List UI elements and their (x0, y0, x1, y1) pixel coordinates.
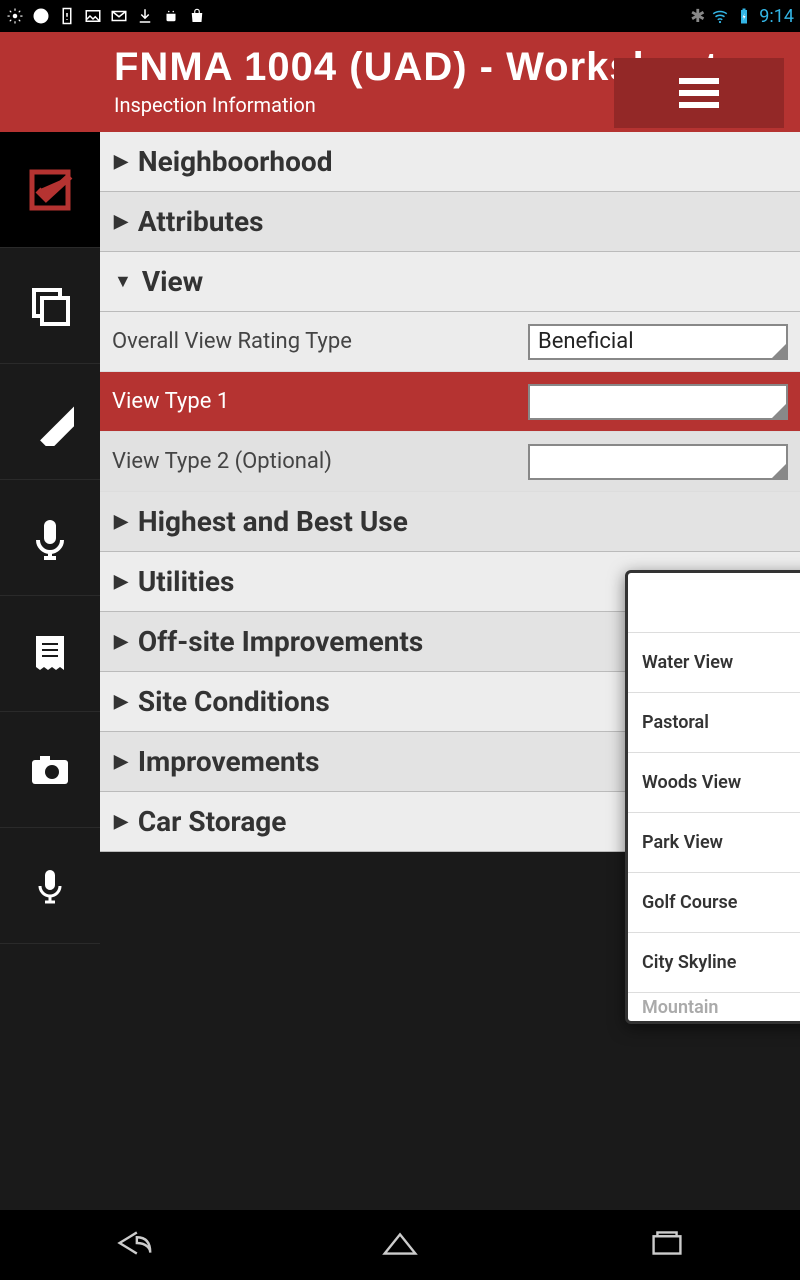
section-label: Attributes (138, 205, 264, 238)
section-label: Neighboorhood (138, 145, 333, 178)
sidebar-item-worksheet[interactable] (0, 132, 100, 248)
android-icon (162, 7, 180, 25)
main-content: FNMA 1004 (UAD) - Worksheet Inspection I… (100, 32, 800, 1210)
sidebar-item-camera[interactable] (0, 712, 100, 828)
field-view-type-1: View Type 1 (100, 372, 800, 432)
nav-back-button[interactable] (110, 1226, 156, 1264)
update-icon (58, 7, 76, 25)
field-label: View Type 2 (Optional) (112, 449, 528, 474)
nav-recent-button[interactable] (644, 1226, 690, 1264)
select-view-type-1[interactable] (528, 384, 788, 420)
android-status-bar: ✱ 9:14 (0, 0, 800, 32)
section-label: Highest and Best Use (138, 505, 408, 538)
section-highest-best-use[interactable]: ▶Highest and Best Use (100, 492, 800, 552)
section-attributes[interactable]: ▶Attributes (100, 192, 800, 252)
section-label: Off-site Improvements (138, 625, 423, 658)
section-label: Improvements (138, 745, 320, 778)
nav-home-button[interactable] (377, 1226, 423, 1264)
sidebar-item-receipt[interactable] (0, 596, 100, 712)
field-label: Overall View Rating Type (112, 329, 528, 354)
dropdown-option-blank[interactable] (628, 573, 800, 633)
clock-time: 9:14 (759, 6, 794, 27)
dropdown-option[interactable]: City Skyline (628, 933, 800, 993)
sidebar-header-spacer (0, 32, 100, 132)
shop-icon (188, 7, 206, 25)
dropdown-option[interactable]: Pastoral (628, 693, 800, 753)
picture-icon (84, 7, 102, 25)
section-neighborhood[interactable]: ▶Neighboorhood (100, 132, 800, 192)
menu-button[interactable] (614, 58, 784, 128)
dropdown-option[interactable]: Mountain (628, 993, 800, 1021)
android-nav-bar (0, 1210, 800, 1280)
mail-icon (110, 7, 128, 25)
select-overall-view-rating[interactable]: Beneficial (528, 324, 788, 360)
dropdown-option[interactable]: Water View (628, 633, 800, 693)
section-label: Site Conditions (138, 685, 330, 718)
section-view[interactable]: ▼View (100, 252, 800, 312)
download-icon (136, 7, 154, 25)
sidebar (0, 32, 100, 1210)
sidebar-item-measure[interactable] (0, 364, 100, 480)
select-value: Beneficial (538, 329, 634, 354)
dropdown-option[interactable]: Park View (628, 813, 800, 873)
field-overall-view-rating: Overall View Rating Type Beneficial (100, 312, 800, 372)
section-label: Car Storage (138, 805, 287, 838)
dropdown-option[interactable]: Golf Course (628, 873, 800, 933)
dropdown-option[interactable]: Woods View (628, 753, 800, 813)
sidebar-item-copy[interactable] (0, 248, 100, 364)
no-sim-icon: ✱ (690, 6, 705, 27)
sidebar-item-audio[interactable] (0, 480, 100, 596)
gps-icon (6, 7, 24, 25)
section-label: Utilities (138, 565, 235, 598)
battery-icon (735, 7, 753, 25)
sidebar-item-mic[interactable] (0, 828, 100, 944)
field-label: View Type 1 (112, 389, 528, 414)
wifi-icon (711, 7, 729, 25)
dropdown-popup: Water View Pastoral Woods View Park View… (625, 570, 800, 1024)
field-view-type-2: View Type 2 (Optional) (100, 432, 800, 492)
app-header: FNMA 1004 (UAD) - Worksheet Inspection I… (100, 32, 800, 132)
section-label: View (142, 265, 203, 298)
spotify-icon (32, 7, 50, 25)
select-view-type-2[interactable] (528, 444, 788, 480)
sidebar-empty (0, 944, 100, 1210)
